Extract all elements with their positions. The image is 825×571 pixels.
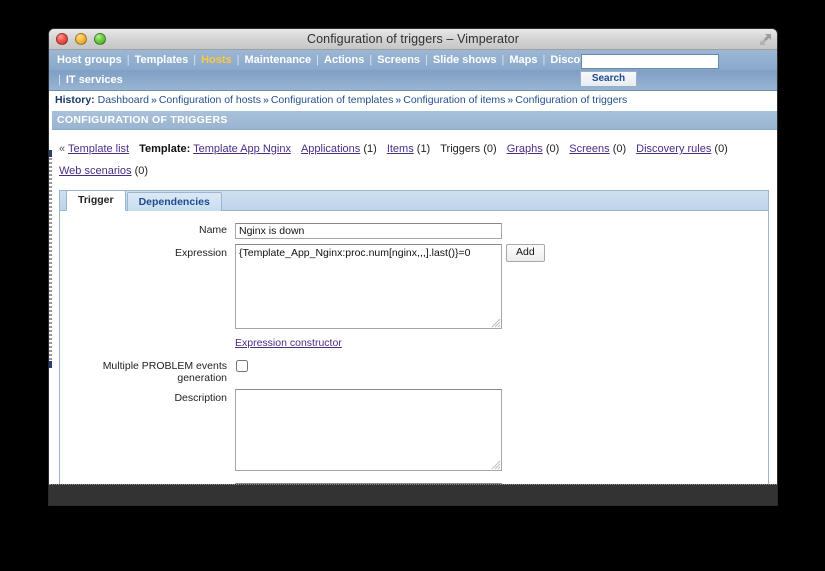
count-graphs: (0)	[545, 143, 560, 155]
nav-separator: |	[236, 54, 240, 66]
nav-separator: |	[126, 54, 130, 66]
nav-separator: |	[58, 74, 61, 86]
caret-mark-top	[49, 150, 52, 157]
nav-item-maps[interactable]: Maps	[507, 54, 539, 66]
count-triggers: (0)	[483, 143, 497, 155]
breadcrumb-separator: »	[395, 94, 402, 106]
link-discovery-rules[interactable]: Discovery rules	[636, 143, 711, 155]
label-description: Description	[174, 392, 227, 404]
nav-item-maintenance[interactable]: Maintenance	[243, 54, 314, 66]
breadcrumb: History: Dashboard» Configuration of host…	[49, 91, 777, 110]
label-multiple-problem: Multiple PROBLEM events generation	[102, 360, 227, 384]
link-expression-constructor[interactable]: Expression constructor	[235, 337, 342, 349]
count-screens: (0)	[612, 143, 627, 155]
expression-textarea[interactable]	[235, 244, 502, 329]
count-discovery-rules: (0)	[714, 143, 728, 155]
breadcrumb-item-dashboard[interactable]: Dashboard	[98, 94, 149, 106]
browser-status-bar	[49, 484, 777, 505]
back-chevron-icon: «	[59, 143, 66, 155]
caret-mark-bottom	[49, 361, 52, 368]
count-applications: (1)	[363, 143, 377, 155]
nav-separator: |	[542, 54, 546, 66]
page-content: Host groups | Templates | Hosts | Maintenance |…	[49, 50, 777, 505]
link-items[interactable]: Items	[387, 143, 414, 155]
nav-item-hosts[interactable]: Hosts	[199, 54, 234, 66]
window-titlebar[interactable]: Configuration of triggers – Vimperator	[49, 29, 777, 50]
expression-textarea-wrap	[235, 244, 502, 329]
nav-separator: |	[193, 54, 197, 66]
tab-bar: Trigger Dependencies	[59, 190, 769, 211]
add-expression-button[interactable]: Add	[506, 244, 545, 262]
count-items: (1)	[416, 143, 431, 155]
form-row-expression: Expression Add Expression constructor	[60, 244, 768, 349]
main-navigation: Host groups | Templates | Hosts | Maintenance |…	[49, 50, 777, 91]
nav-item-host-groups[interactable]: Host groups	[55, 54, 124, 66]
link-template-name[interactable]: Template App Nginx	[193, 143, 291, 155]
breadcrumb-item-config-templates[interactable]: Configuration of templates	[271, 94, 394, 106]
resize-icon[interactable]	[759, 33, 772, 46]
name-input[interactable]	[235, 223, 502, 239]
breadcrumb-item-config-triggers[interactable]: Configuration of triggers	[515, 94, 627, 106]
link-applications[interactable]: Applications	[301, 143, 360, 155]
nav-item-slide-shows[interactable]: Slide shows	[431, 54, 499, 66]
screen-root: Configuration of triggers – Vimperator H…	[0, 0, 825, 571]
trigger-form: Name Expression	[59, 210, 769, 505]
trigger-form-panel: Trigger Dependencies Name Expression	[59, 190, 769, 505]
nav-item-actions[interactable]: Actions	[322, 54, 366, 66]
tab-trigger[interactable]: Trigger	[66, 190, 126, 211]
link-graphs[interactable]: Graphs	[507, 143, 543, 155]
breadcrumb-item-config-items[interactable]: Configuration of items	[403, 94, 505, 106]
form-row-name: Name	[60, 221, 768, 239]
browser-window: Configuration of triggers – Vimperator H…	[48, 28, 778, 506]
nav-item-it-services[interactable]: IT services	[64, 74, 125, 86]
description-textarea[interactable]	[235, 389, 502, 471]
form-row-multiple-problem: Multiple PROBLEM events generation	[60, 357, 768, 384]
breadcrumb-separator: »	[150, 94, 157, 106]
link-web-scenarios[interactable]: Web scenarios	[59, 165, 132, 177]
left-gutter	[49, 50, 52, 505]
nav-row-secondary: | IT services	[49, 70, 777, 90]
breadcrumb-separator: »	[507, 94, 514, 106]
tab-dependencies[interactable]: Dependencies	[126, 192, 222, 211]
nav-separator: |	[501, 54, 505, 66]
multiple-problem-checkbox[interactable]	[236, 360, 248, 372]
count-web-scenarios: (0)	[134, 165, 149, 177]
nav-separator: |	[316, 54, 320, 66]
breadcrumb-label: History:	[55, 94, 95, 106]
nav-item-templates[interactable]: Templates	[133, 54, 191, 66]
template-label: Template:	[139, 143, 191, 155]
breadcrumb-separator: »	[262, 94, 269, 106]
form-row-description: Description	[60, 389, 768, 476]
search-input[interactable]	[581, 54, 719, 69]
label-expression: Expression	[175, 247, 227, 259]
expression-constructor-row: Expression constructor	[235, 337, 768, 349]
template-subnav: « Template list Template: Template App Ng…	[49, 130, 777, 182]
window-title: Configuration of triggers – Vimperator	[306, 32, 519, 46]
page-title: CONFIGURATION OF TRIGGERS	[49, 110, 777, 130]
breadcrumb-item-config-hosts[interactable]: Configuration of hosts	[159, 94, 261, 106]
link-screens[interactable]: Screens	[569, 143, 609, 155]
link-triggers: Triggers	[440, 143, 481, 155]
search-button[interactable]: Search	[580, 71, 637, 87]
caret-column	[49, 158, 52, 363]
label-name: Name	[198, 224, 227, 236]
nav-separator: |	[425, 54, 428, 66]
nav-separator: |	[369, 54, 373, 66]
link-template-list[interactable]: Template list	[68, 143, 129, 155]
nav-item-screens[interactable]: Screens	[375, 54, 422, 66]
description-textarea-wrap	[235, 389, 502, 471]
